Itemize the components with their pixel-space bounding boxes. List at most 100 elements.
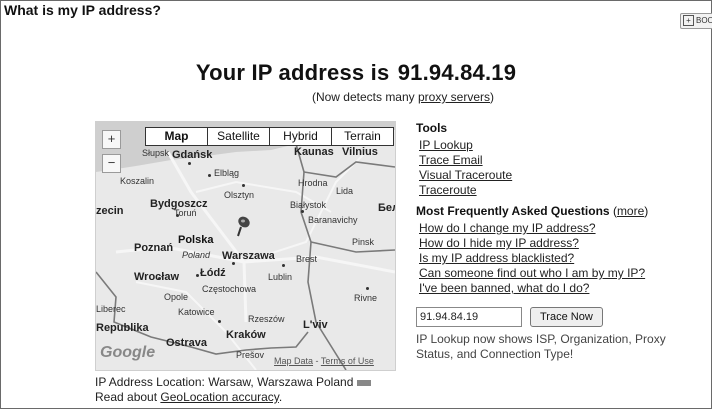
proxy-note-after: ) xyxy=(490,90,495,104)
city-label: zecin xyxy=(96,205,124,217)
city-label: L'viv xyxy=(303,319,328,331)
ip-address-value: 91.94.84.19 xyxy=(397,60,517,85)
city-dot xyxy=(366,287,369,290)
tool-visual-traceroute-link[interactable]: Visual Traceroute xyxy=(419,168,512,182)
city-label: Ostrava xyxy=(166,337,207,349)
faq-title: Most Frequently Asked Questions (more) xyxy=(416,204,706,219)
faq-title-text: Most Frequently Asked Questions xyxy=(416,204,610,218)
city-dot xyxy=(176,214,179,217)
faq-link[interactable]: How do I change my IP address? xyxy=(419,221,596,235)
faq-link[interactable]: How do I hide my IP address? xyxy=(419,236,579,250)
location-map[interactable]: + − Map Satellite Hybrid Terrain Słupsk … xyxy=(95,121,396,371)
map-type-terrain[interactable]: Terrain xyxy=(331,127,394,146)
city-label: Hrodna xyxy=(298,178,328,188)
city-label: Liberec xyxy=(96,304,126,314)
city-label: Elbląg xyxy=(214,168,240,178)
city-label: Kraków xyxy=(226,329,266,341)
map-footer: Map Data - Terms of Use xyxy=(274,356,374,366)
google-logo: Google xyxy=(100,344,156,361)
city-label: Łódź xyxy=(200,267,226,279)
city-label: Wrocław xyxy=(134,271,180,283)
trace-now-button[interactable]: Trace Now xyxy=(530,307,603,327)
city-dot xyxy=(188,162,191,165)
proxy-note: (Now detects many proxy servers) xyxy=(0,90,712,104)
country-sublabel: Poland xyxy=(182,250,211,260)
city-dot xyxy=(301,210,304,213)
city-label: Gdańsk xyxy=(172,149,213,161)
bookmark-button[interactable]: +BOOKMARK xyxy=(680,13,712,29)
faq-section: Most Frequently Asked Questions (more) H… xyxy=(416,204,706,296)
add-icon: + xyxy=(683,15,694,27)
city-dot xyxy=(218,320,221,323)
city-label: Rzeszów xyxy=(248,314,285,324)
trace-form: Trace Now xyxy=(416,307,706,327)
location-pin-icon[interactable] xyxy=(232,214,252,240)
city-dot xyxy=(208,174,211,177)
city-label: Olsztyn xyxy=(224,190,255,200)
trace-ip-input[interactable] xyxy=(416,307,522,327)
city-dot xyxy=(232,262,235,265)
city-label: Republika xyxy=(96,322,149,334)
city-dot xyxy=(242,184,245,187)
map-type-map[interactable]: Map xyxy=(145,127,208,146)
zoom-out-button[interactable]: − xyxy=(102,154,121,173)
tools-title: Tools xyxy=(416,121,448,135)
location-value: Warsaw, Warszawa Poland xyxy=(208,375,354,389)
city-label: Częstochowa xyxy=(202,284,257,294)
zoom-in-button[interactable]: + xyxy=(102,130,121,149)
city-label: Koszalin xyxy=(120,176,155,186)
city-label: Rivne xyxy=(354,293,378,303)
tool-trace-email-link[interactable]: Trace Email xyxy=(419,153,483,167)
sidebar: Tools IP Lookup Trace Email Visual Trace… xyxy=(416,121,706,362)
country-label: Polska xyxy=(178,234,214,246)
city-label: Słupsk xyxy=(142,148,170,158)
city-label: Katowice xyxy=(178,307,215,317)
tools-section: Tools IP Lookup Trace Email Visual Trace… xyxy=(416,121,706,198)
geo-after: . xyxy=(278,390,283,404)
tools-list: IP Lookup Trace Email Visual Traceroute … xyxy=(419,138,706,198)
terms-of-use-link[interactable]: Terms of Use xyxy=(321,356,374,366)
city-label: Brest xyxy=(296,254,318,264)
city-dot xyxy=(196,274,199,277)
faq-more-link[interactable]: more xyxy=(617,204,644,218)
proxy-servers-link[interactable]: proxy servers xyxy=(418,90,490,104)
city-label: Baranavichy xyxy=(308,215,358,225)
page-headline: Your IP address is 91.94.84.19 xyxy=(0,60,712,86)
city-label: Бел xyxy=(378,202,395,214)
faq-link[interactable]: Is my IP address blacklisted? xyxy=(419,251,574,265)
city-label: Lublin xyxy=(268,272,293,282)
city-label: Pinsk xyxy=(352,237,375,247)
ip-location: IP Address Location: Warsaw, Warszawa Po… xyxy=(95,375,372,389)
city-label: Warszawa xyxy=(222,250,275,262)
faq-more: (more) xyxy=(612,204,649,218)
geo-before: Read about xyxy=(95,390,161,404)
map-data-link[interactable]: Map Data xyxy=(274,356,313,366)
faq-list: How do I change my IP address? How do I … xyxy=(419,221,706,296)
geolocation-note: Read about GeoLocation accuracy. xyxy=(95,390,282,404)
bookmark-label: BOOKMARK xyxy=(696,16,712,25)
map-type-satellite[interactable]: Satellite xyxy=(207,127,270,146)
zoom-control: + − xyxy=(102,130,121,178)
flag-icon xyxy=(357,379,372,386)
proxy-note-before: (Now detects many xyxy=(311,90,418,104)
faq-link[interactable]: I've been banned, what do I do? xyxy=(419,281,589,295)
geolocation-accuracy-link[interactable]: GeoLocation accuracy xyxy=(160,390,279,404)
ip-lookup-info: IP Lookup now shows ISP, Organization, P… xyxy=(416,332,666,361)
tool-ip-lookup-link[interactable]: IP Lookup xyxy=(419,138,473,152)
city-label: Lida xyxy=(336,186,354,196)
city-label: Opole xyxy=(164,292,189,302)
location-label: IP Address Location: xyxy=(95,375,205,389)
city-dot xyxy=(158,277,161,280)
city-label: Poznań xyxy=(134,242,174,254)
city-label: Vilnius xyxy=(342,146,378,158)
city-label: Prešov xyxy=(236,350,265,360)
map-type-hybrid[interactable]: Hybrid xyxy=(269,127,332,146)
tool-traceroute-link[interactable]: Traceroute xyxy=(419,183,477,197)
city-label: Kaunas xyxy=(294,146,334,158)
window-title: What is my IP address? xyxy=(4,2,161,18)
map-type-selector: Map Satellite Hybrid Terrain xyxy=(145,127,394,146)
city-dot xyxy=(282,264,285,267)
faq-link[interactable]: Can someone find out who I am by my IP? xyxy=(419,266,645,280)
headline-prefix: Your IP address is xyxy=(195,60,390,85)
city-label: Białystok xyxy=(290,200,327,210)
